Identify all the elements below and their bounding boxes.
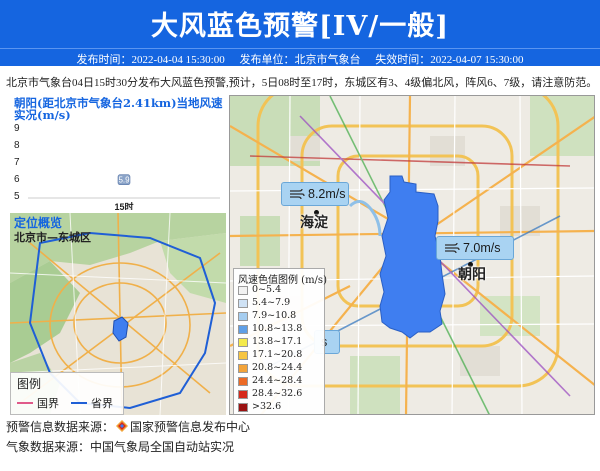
province-border-label: 省界 bbox=[91, 397, 113, 410]
header-divider bbox=[0, 48, 600, 49]
wind-speed-chart: 9 8 7 6 5 5.9 15时 朝阳(距北京市气象台2.41km)当地风速实况(m/s) bbox=[10, 95, 226, 210]
legend-title: 图例 bbox=[17, 377, 42, 391]
scale-label: 10.8~13.8 bbox=[252, 323, 303, 334]
scale-label: 0~5.4 bbox=[252, 284, 282, 295]
scale-row: 17.1~20.8 bbox=[238, 349, 324, 361]
main-map[interactable]: 8.2m/s 海淀 7.0m/s 朝阳 s 风速色值图例 (m/s) 0~5.4… bbox=[229, 95, 595, 415]
scale-label: 28.4~32.6 bbox=[252, 388, 303, 399]
data-label: 5.9 bbox=[118, 176, 130, 185]
scale-swatch bbox=[238, 338, 248, 347]
scale-row: >32.6 bbox=[238, 401, 324, 413]
scale-swatch bbox=[238, 351, 248, 360]
warning-meta: 发布时间：2022-04-04 15:30:00 发布单位：北京市气象台 失效时… bbox=[0, 51, 600, 67]
district-label-chaoyang: 朝阳 bbox=[458, 266, 486, 282]
chart-title: 朝阳(距北京市气象台2.41km)当地风速实况(m/s) bbox=[14, 96, 223, 122]
warning-source-org: 国家预警信息发布中心 bbox=[130, 420, 251, 434]
wind-color-legend: 风速色值图例 (m/s) 0~5.4 5.4~7.9 7.9~10.8 10.8… bbox=[233, 268, 327, 414]
scale-swatch bbox=[238, 312, 248, 321]
country-border-label: 国界 bbox=[37, 397, 59, 410]
y-tick-label: 7 bbox=[14, 157, 20, 168]
scale-row: 20.8~24.4 bbox=[238, 362, 324, 374]
province-border-line bbox=[71, 402, 87, 404]
scale-label: 17.1~20.8 bbox=[252, 349, 303, 360]
scale-row: 10.8~13.8 bbox=[238, 323, 324, 335]
header-banner: 大风蓝色预警[IV/一般] 发布时间：2022-04-04 15:30:00 发… bbox=[0, 0, 600, 66]
scale-row: 13.8~17.1 bbox=[238, 336, 324, 348]
scale-row: 7.9~10.8 bbox=[238, 310, 324, 322]
scale-row: 24.4~28.4 bbox=[238, 375, 324, 387]
scale-swatch bbox=[238, 403, 248, 412]
warning-description: 北京市气象台04日15时30分发布大风蓝色预警,预计，5日08时至17时，东城区… bbox=[6, 77, 598, 89]
scale-row: 5.4~7.9 bbox=[238, 297, 324, 309]
scale-label: 20.8~24.4 bbox=[252, 362, 303, 373]
scale-swatch bbox=[238, 364, 248, 373]
page-title: 大风蓝色预警[IV/一般] bbox=[151, 11, 449, 42]
y-tick-label: 6 bbox=[14, 174, 20, 185]
map-legend: 图例 国界 省界 bbox=[10, 372, 124, 415]
district-label-haidian: 海淀 bbox=[300, 214, 328, 230]
scale-label: 5.4~7.9 bbox=[252, 297, 291, 308]
scale-swatch bbox=[238, 299, 248, 308]
y-tick-label: 8 bbox=[14, 140, 20, 151]
wind-icon bbox=[290, 188, 305, 200]
x-tick-label: 15时 bbox=[114, 201, 133, 210]
issue-time: 发布时间：2022-04-04 15:30:00 bbox=[76, 54, 225, 66]
scale-label: 7.9~10.8 bbox=[252, 310, 297, 321]
y-tick-label: 9 bbox=[14, 123, 20, 134]
country-border-line bbox=[17, 402, 33, 404]
wind-speed-value: 8.2m/s bbox=[308, 187, 346, 201]
wind-callout-haidian[interactable]: 8.2m/s bbox=[281, 182, 349, 206]
scale-row: 28.4~32.6 bbox=[238, 388, 324, 400]
y-tick-label: 5 bbox=[14, 191, 20, 202]
weather-source: 气象数据来源：中国气象局全国自动站实况 bbox=[6, 440, 235, 454]
scale-label: 13.8~17.1 bbox=[252, 336, 303, 347]
wind-speed-value: 7.0m/s bbox=[463, 241, 501, 255]
wind-callout-chaoyang[interactable]: 7.0m/s bbox=[436, 236, 514, 260]
location-region: 北京市—东城区 bbox=[14, 231, 91, 244]
scale-label: 24.4~28.4 bbox=[252, 375, 303, 386]
issuer: 发布单位：北京市气象台 bbox=[239, 54, 361, 66]
warning-source-label: 预警信息数据来源： bbox=[6, 420, 115, 434]
scale-label: >32.6 bbox=[252, 401, 282, 412]
scale-swatch bbox=[238, 286, 248, 295]
scale-swatch bbox=[238, 390, 248, 399]
scale-row: 0~5.4 bbox=[238, 284, 324, 296]
warning-source: 预警信息数据来源： 国家预警信息发布中心 bbox=[6, 418, 250, 435]
scale-swatch bbox=[238, 325, 248, 334]
warning-center-logo-icon bbox=[116, 420, 129, 432]
wind-icon bbox=[445, 242, 460, 254]
expire-time: 失效时间：2022-04-07 15:30:00 bbox=[375, 54, 524, 66]
scale-swatch bbox=[238, 377, 248, 386]
